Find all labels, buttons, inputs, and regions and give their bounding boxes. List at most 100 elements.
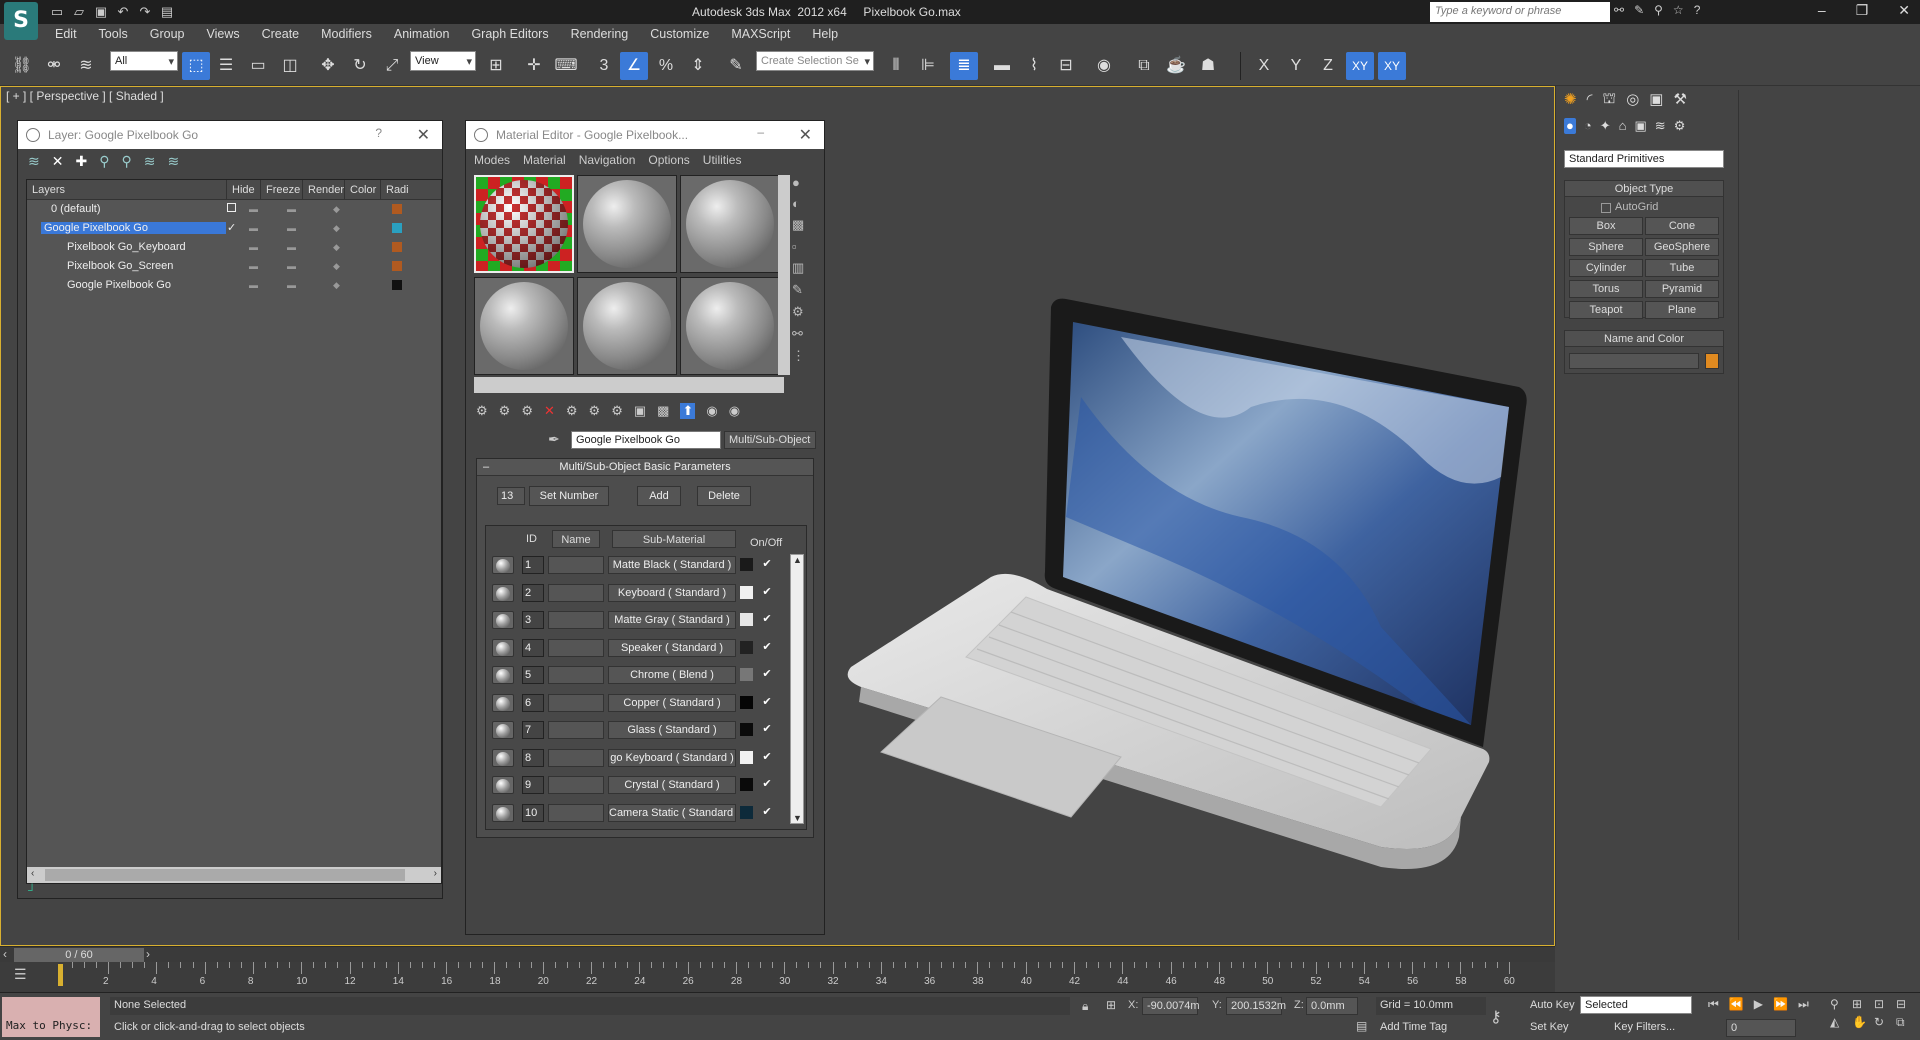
sub-material-id[interactable]: 10 — [522, 803, 544, 822]
sub-material-preview[interactable] — [492, 748, 514, 767]
reset-map-icon[interactable]: ✕ — [544, 403, 555, 419]
minimize-icon[interactable]: – — [757, 125, 764, 139]
sub-list-scrollbar[interactable]: ▲ ▼ — [790, 554, 804, 824]
material-map-nav-icon[interactable]: ◉ — [729, 403, 740, 419]
menu-material[interactable]: Material — [523, 153, 566, 167]
layer-color-swatch[interactable] — [392, 280, 402, 290]
sub-material-row[interactable]: 4 Speaker ( Standard ) ✔ — [486, 637, 786, 659]
axis-y-button[interactable]: Y — [1282, 52, 1310, 80]
put-to-scene-icon[interactable]: ⚙ — [499, 403, 511, 419]
sub-material-id[interactable]: 8 — [522, 748, 544, 767]
object-type-header[interactable]: Object Type — [1565, 181, 1723, 197]
col-freeze[interactable]: Freeze — [261, 180, 303, 199]
sub-material-color-swatch[interactable] — [740, 805, 753, 819]
sub-material-color-swatch[interactable] — [740, 668, 753, 681]
sub-material-preview[interactable] — [492, 803, 514, 822]
menu-views[interactable]: Views — [195, 24, 250, 46]
selection-filter-dropdown[interactable]: All — [110, 51, 178, 71]
motion-tab-icon[interactable]: ◎ — [1626, 90, 1639, 109]
sub-material-row[interactable]: 2 Keyboard ( Standard ) ✔ — [486, 582, 786, 604]
current-frame-marker[interactable] — [58, 964, 63, 986]
sample-slot[interactable] — [680, 175, 780, 273]
display-tab-icon[interactable]: ▣ — [1649, 90, 1663, 109]
mirror-icon[interactable]: ⫴ — [882, 52, 910, 80]
close-icon[interactable]: ✕ — [799, 125, 812, 145]
utilities-tab-icon[interactable]: ⚒ — [1673, 90, 1686, 109]
sub-material-row[interactable]: 5 Chrome ( Blend ) ✔ — [486, 664, 786, 686]
sub-material-preview[interactable] — [492, 776, 514, 794]
modify-tab-icon[interactable]: ◜ — [1587, 90, 1593, 109]
layer-color-swatch[interactable] — [392, 261, 402, 271]
axis-z-button[interactable]: Z — [1314, 52, 1342, 80]
pan-icon[interactable]: ✋ — [1852, 1015, 1872, 1030]
fov-icon[interactable]: ◭ — [1830, 1015, 1850, 1030]
shapes-icon[interactable]: ◔ — [1584, 118, 1592, 134]
maximize-icon[interactable]: ❐ — [1856, 2, 1869, 19]
pyramid-button[interactable]: Pyramid — [1645, 280, 1719, 298]
menu-rendering[interactable]: Rendering — [560, 24, 640, 46]
layer-row[interactable]: Pixelbook Go_Screen ▬ ▬ ◆ — [27, 257, 441, 276]
reference-coord-dropdown[interactable]: View — [410, 51, 476, 71]
key-mode-dropdown[interactable]: Selected — [1580, 996, 1692, 1014]
zoom-icon[interactable]: ⚲ — [1830, 997, 1850, 1011]
sub-material-button[interactable]: Copper ( Standard ) — [608, 693, 736, 712]
layer-row[interactable]: Google Pixelbook Go ✓ ▬ ▬ ◆ — [27, 219, 441, 238]
material-name-field[interactable]: Google Pixelbook Go — [571, 431, 721, 449]
select-by-name-icon[interactable]: ☰ — [212, 52, 240, 80]
cameras-icon[interactable]: ⌂ — [1619, 118, 1627, 134]
show-end-result-icon[interactable]: ▩ — [657, 403, 669, 419]
sub-material-id[interactable]: 1 — [522, 556, 544, 574]
menu-modifiers[interactable]: Modifiers — [310, 24, 383, 46]
tube-button[interactable]: Tube — [1645, 259, 1719, 277]
material-editor-icon[interactable]: ◉ — [1090, 52, 1118, 80]
menu-options[interactable]: Options — [648, 153, 689, 167]
spinner-snap-icon[interactable]: ⇕ — [684, 52, 712, 80]
rendered-frame-icon[interactable]: ☕ — [1162, 52, 1190, 80]
zoom-extents-icon[interactable]: ⊡ — [1874, 997, 1894, 1011]
options-icon[interactable]: ⚙ — [792, 304, 805, 320]
sample-slot[interactable] — [577, 276, 677, 375]
time-slider[interactable]: ‹ 0 / 60 › — [0, 946, 1555, 962]
mini-curve-editor-icon[interactable]: ☰ — [14, 966, 27, 983]
col-radiosity[interactable]: Radi — [381, 180, 411, 199]
help-icon[interactable]: ? — [375, 126, 382, 140]
lock-selection-icon[interactable]: 🔒︎ — [1082, 999, 1088, 1014]
orbit-icon[interactable]: ↻ — [1874, 1015, 1894, 1030]
highlight-layer-icon[interactable]: ⚲ — [121, 153, 131, 170]
pivot-center-icon[interactable]: ⊞ — [482, 52, 510, 80]
sub-material-row[interactable]: 3 Matte Gray ( Standard ) ✔ — [486, 609, 786, 631]
track-bar[interactable]: ☰ 2 4 6 8 10 12 14 16 18 20 22 24 26 28 30 32 34 36 38 40 42… — [0, 962, 1555, 992]
select-by-material-icon[interactable]: ⚯ — [792, 326, 805, 342]
sub-material-row[interactable]: 9 Crystal ( Standard ) ✔ — [486, 774, 786, 796]
geosphere-button[interactable]: GeoSphere — [1645, 238, 1719, 256]
binoculars-icon[interactable]: ⚯ — [1614, 3, 1624, 17]
material-id-icon[interactable]: ⚙ — [611, 403, 623, 419]
layer-window-titlebar[interactable]: Layer: Google Pixelbook Go ? ✕ — [18, 121, 442, 149]
sub-material-id[interactable]: 5 — [522, 666, 544, 684]
sub-material-button[interactable]: Glass ( Standard ) — [608, 721, 736, 739]
pick-material-icon[interactable]: ✒ — [548, 431, 560, 448]
slot-vscrollbar[interactable] — [778, 175, 790, 375]
minimize-icon[interactable]: – — [1818, 2, 1826, 19]
sub-material-color-swatch[interactable] — [740, 613, 753, 626]
col-color[interactable]: Color — [345, 180, 381, 199]
search-input[interactable]: Type a keyword or phrase — [1430, 2, 1610, 22]
menu-modes[interactable]: Modes — [474, 153, 510, 167]
sub-material-on-checkbox[interactable]: ✔ — [760, 750, 774, 764]
add-time-tag-button[interactable]: Add Time Tag — [1376, 1019, 1486, 1037]
sub-material-name-field[interactable] — [548, 721, 604, 739]
menu-help[interactable]: Help — [801, 24, 849, 46]
cone-button[interactable]: Cone — [1645, 217, 1719, 235]
sub-material-id[interactable]: 7 — [522, 721, 544, 739]
sub-material-color-swatch[interactable] — [740, 695, 753, 709]
sub-material-preview[interactable] — [492, 583, 514, 602]
sub-material-row[interactable]: 7 Glass ( Standard ) ✔ — [486, 719, 786, 741]
select-object-icon[interactable]: ⬚ — [182, 52, 210, 80]
teapot-button[interactable]: Teapot — [1569, 301, 1643, 319]
sub-material-preview[interactable] — [492, 693, 514, 712]
create-layer-icon[interactable]: ≋ — [28, 153, 40, 170]
graphite-modeling-icon[interactable]: ▬ — [988, 52, 1016, 80]
percent-snap-icon[interactable]: % — [652, 52, 680, 80]
box-button[interactable]: Box — [1569, 217, 1643, 235]
backlight-icon[interactable]: ◐ — [792, 196, 805, 211]
